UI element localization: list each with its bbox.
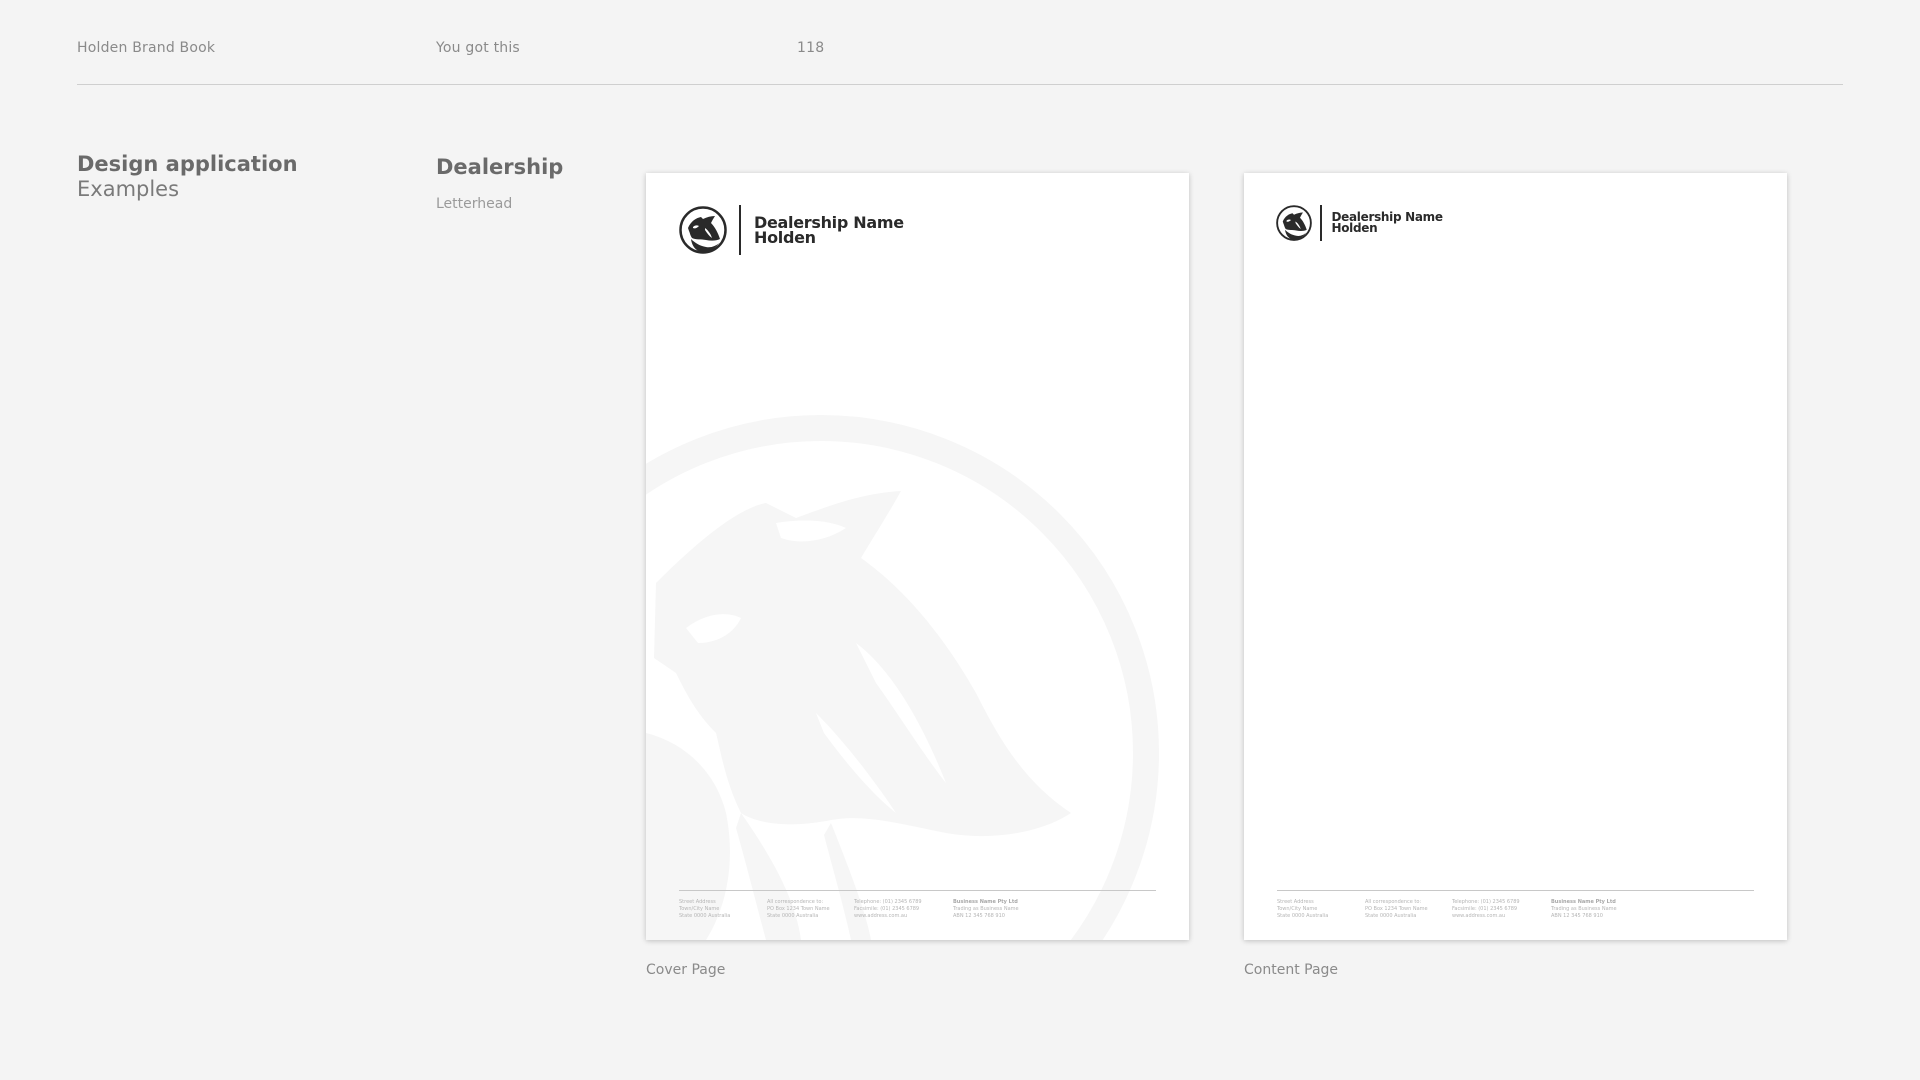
footer-correspondence: All correspondence to: PO Box 1234 Town … [767,899,830,919]
lion-watermark-icon [646,415,1159,940]
header-divider [77,84,1843,85]
page-number: 118 [797,40,825,56]
dealer-name: Dealership Name Holden [1331,210,1444,235]
footer-correspondence: All correspondence to: PO Box 1234 Town … [1365,899,1428,919]
section-title: Design application [77,152,298,176]
tagline: You got this [436,40,520,56]
footer-address: Street Address Town/City Name State 0000… [679,899,731,919]
footer-divider [1277,890,1754,891]
logo-divider [739,205,741,255]
dealer-name-line2: Holden [754,228,816,247]
dealer-name-line2: Holden [1331,221,1378,235]
cover-page-preview: Dealership Name Holden Street Address To… [646,173,1189,940]
section-subtitle: Examples [77,177,180,201]
footer-contact: Telephone: (01) 2345 6789 Facsimile: (01… [1452,899,1520,919]
holden-lion-icon [1276,205,1312,241]
holden-lion-icon [679,206,727,254]
footer-business: Business Name Pty Ltd Trading as Busines… [953,899,1019,919]
cover-page-caption: Cover Page [646,962,726,978]
footer-address: Street Address Town/City Name State 0000… [1277,899,1329,919]
letterhead-logo: Dealership Name Holden [1276,205,1443,241]
brand-book-title: Holden Brand Book [77,40,216,56]
logo-divider [1320,205,1322,241]
category-subtitle: Letterhead [436,196,513,212]
footer-contact: Telephone: (01) 2345 6789 Facsimile: (01… [854,899,922,919]
content-page-caption: Content Page [1244,962,1339,978]
category-title: Dealership [436,155,564,179]
dealer-name: Dealership Name Holden [754,214,904,247]
content-page-preview: Dealership Name Holden Street Address To… [1244,173,1787,940]
footer-divider [679,890,1156,891]
footer-business: Business Name Pty Ltd Trading as Busines… [1551,899,1617,919]
letterhead-logo: Dealership Name Holden [679,205,904,255]
